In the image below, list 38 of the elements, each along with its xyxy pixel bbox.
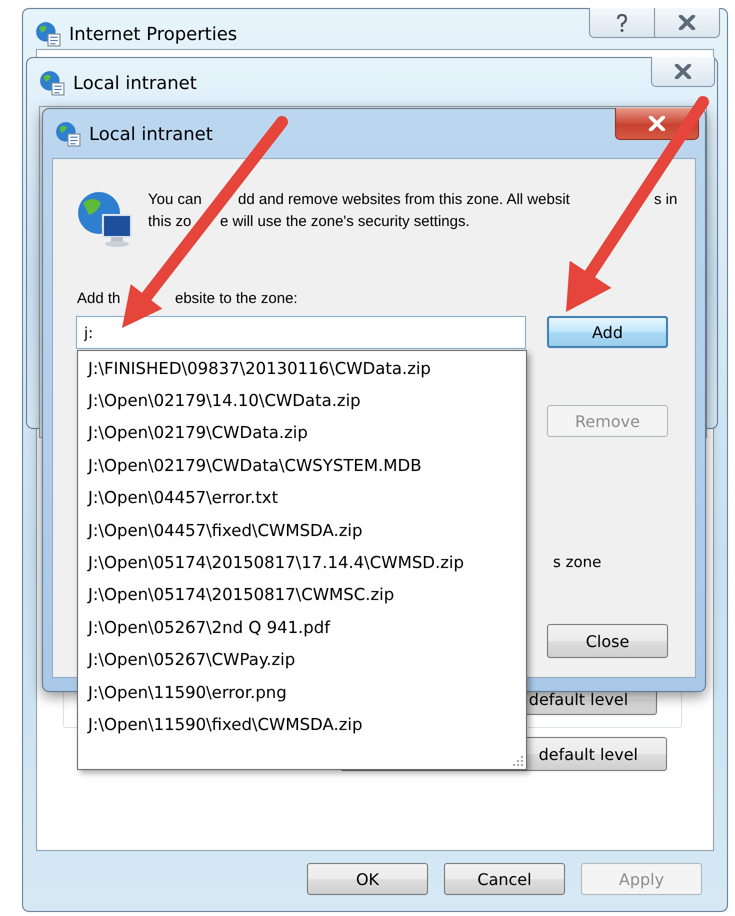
autocomplete-item[interactable]: J:\Open\05267\2nd Q 941.pdf: [78, 611, 526, 644]
autocomplete-item[interactable]: J:\Open\04457\fixed\CWMSDA.zip: [78, 514, 526, 546]
globe-monitor-icon: [75, 189, 135, 249]
help-button[interactable]: [589, 8, 655, 38]
description-text: dd and remove websites from this zone. All websit: [238, 190, 570, 210]
resize-grip-icon: [510, 753, 524, 767]
autocomplete-item[interactable]: J:\Open\04457\error.txt: [78, 482, 526, 514]
close-icon: [678, 15, 696, 30]
add-button[interactable]: Add: [547, 316, 668, 348]
internet-options-icon: [35, 21, 61, 47]
help-icon: [615, 12, 629, 32]
window-title: Internet Properties: [69, 24, 238, 44]
autocomplete-item[interactable]: J:\Open\02179\CWData\CWSYSTEM.MDB: [78, 449, 526, 482]
close-button[interactable]: [654, 8, 720, 38]
autocomplete-item[interactable]: J:\FINISHED\09837\20130116\CWData.zip: [78, 352, 526, 384]
close-icon: [674, 64, 692, 79]
window-title: Local intranet: [73, 72, 197, 94]
website-field[interactable]: j:: [76, 316, 526, 349]
dialog-title: Local intranet: [89, 124, 213, 144]
autocomplete-item[interactable]: J:\Open\02179\14.10\CWData.zip: [78, 384, 526, 417]
field-label: Add th: [77, 289, 120, 309]
internet-options-icon: [55, 121, 81, 147]
description-text: s in: [654, 190, 678, 210]
description-text: You can: [148, 190, 202, 210]
checkbox-label: s zone: [553, 553, 602, 571]
dialog-button[interactable]: Cancel: [444, 863, 565, 895]
internet-options-icon: [39, 70, 65, 96]
close-icon: [648, 116, 666, 131]
close-button[interactable]: Close: [547, 624, 668, 658]
description-text: this zo: [148, 212, 192, 232]
autocomplete-item[interactable]: J:\Open\05267\CWPay.zip: [78, 644, 526, 676]
autocomplete-item[interactable]: J:\Open\05174\20150817\CWMSC.zip: [78, 578, 526, 612]
close-button[interactable]: [651, 57, 715, 87]
field-label: ebsite to the zone:: [175, 289, 298, 309]
autocomplete-item[interactable]: J:\Open\02179\CWData.zip: [78, 416, 526, 450]
dialog-button[interactable]: OK: [307, 863, 428, 895]
autocomplete-item[interactable]: J:\Open\05174\20150817\17.14.4\CWMSD.zip: [78, 546, 526, 579]
description-text: e will use the zone's security settings.: [220, 212, 470, 232]
